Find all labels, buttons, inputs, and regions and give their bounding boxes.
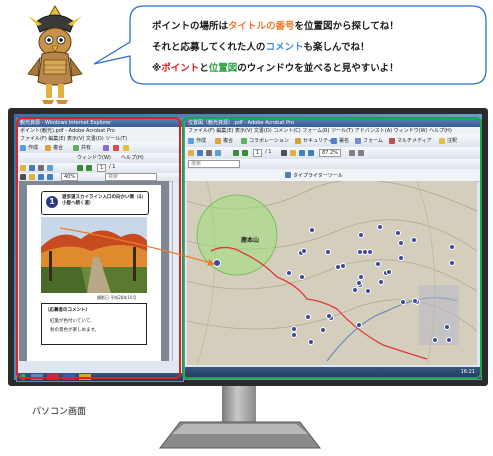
bubble-line-2: それと応募してくれた人のコメントも楽しんでね！ — [152, 39, 369, 53]
bubble-highlight-comment: コメント — [265, 42, 304, 53]
bubble-text: を位置図から探してね！ — [294, 21, 399, 32]
bubble-text: それと応募してくれた人の — [152, 42, 266, 53]
monitor-stand-neck — [222, 386, 256, 424]
monitor-caption: パソコン画面 — [32, 407, 87, 417]
map-window-highlight-frame — [182, 117, 482, 379]
bubble-line-1: ポイントの場所はタイトルの番号を位置図から探してね！ — [152, 18, 399, 32]
bubble-line-3: ※ポイントと位置図のウィンドウを並べると見やすいよ！ — [152, 60, 399, 74]
speech-bubble: ポイントの場所はタイトルの番号を位置図から探してね！ それと応募してくれた人のコ… — [92, 4, 488, 88]
bubble-highlight-title-number: タイトルの番号 — [228, 21, 295, 32]
mascot-character-icon — [27, 5, 83, 104]
bubble-text: ※ — [152, 63, 162, 74]
bubble-text: も楽しんでね！ — [303, 42, 370, 53]
bubble-highlight-map: 位置図 — [208, 63, 238, 74]
bubble-text: のウィンドウを並べると見やすいよ！ — [237, 63, 399, 74]
monitor-stand-base — [158, 421, 322, 449]
bubble-text: と — [199, 63, 209, 74]
bubble-highlight-point: ポイント — [161, 63, 200, 74]
point-window-highlight-frame — [16, 117, 181, 379]
bubble-text: ポイントの場所は — [152, 21, 229, 32]
